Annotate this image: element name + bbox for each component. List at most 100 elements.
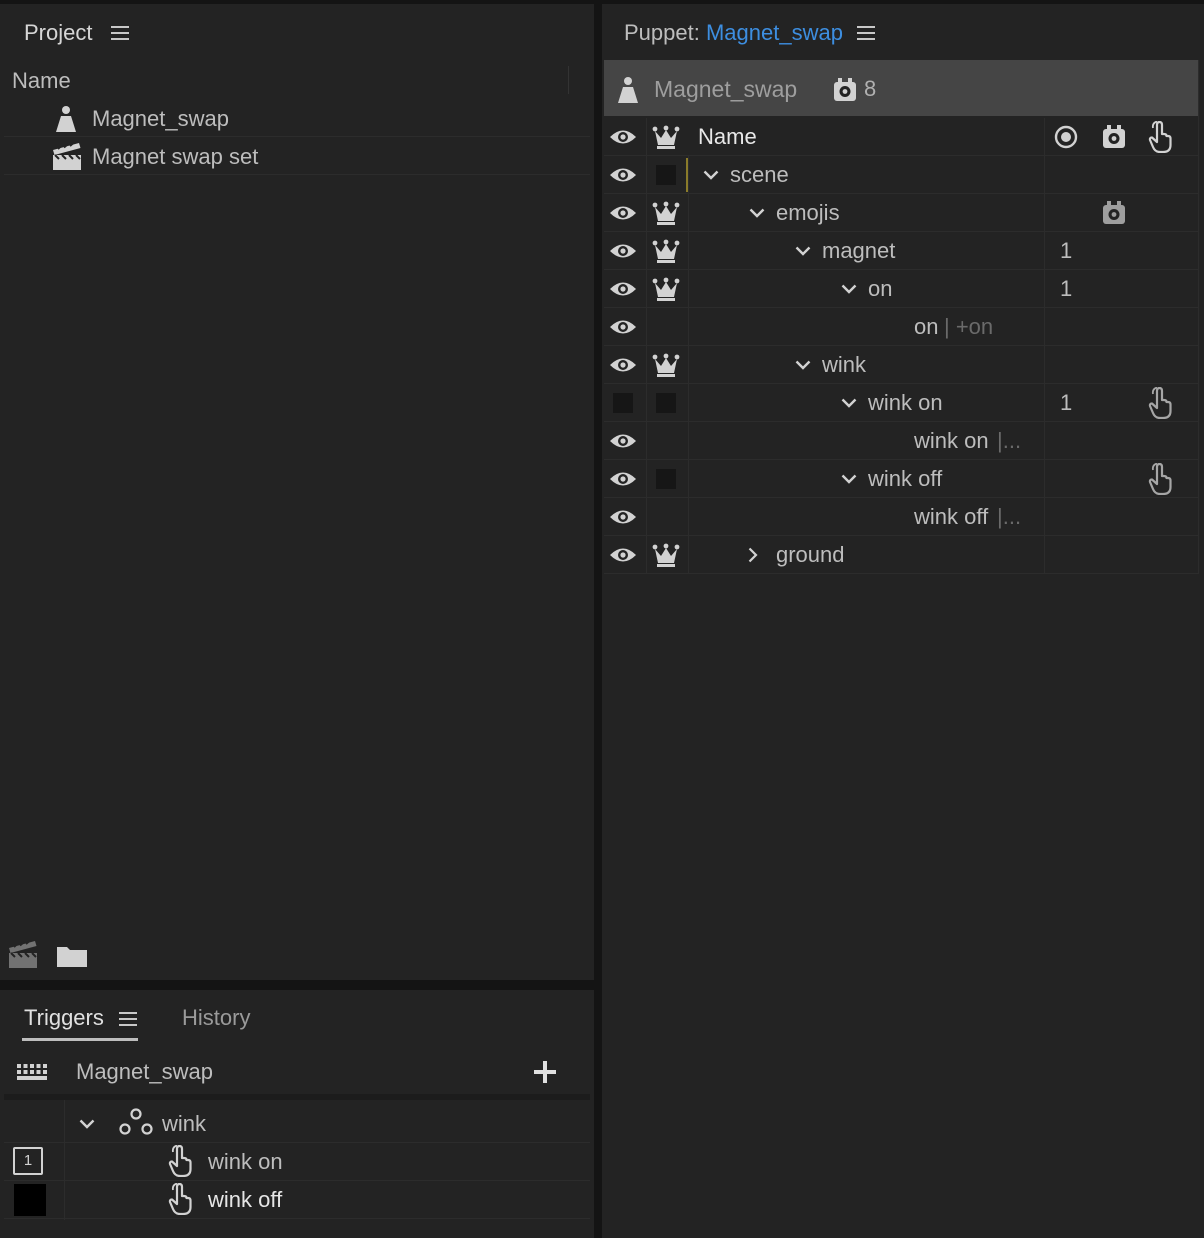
puppet-row-wink[interactable]: wink	[602, 346, 1198, 384]
puppet-row-ground[interactable]: ground	[602, 536, 1198, 574]
chevron-right-icon[interactable]	[748, 547, 758, 563]
trigger-key-box[interactable]: 1	[13, 1147, 43, 1175]
trigger-group-icon	[119, 1108, 153, 1135]
puppet-row-emojis[interactable]: emojis	[602, 194, 1198, 232]
row-label: wink off	[868, 466, 943, 491]
puppet-panel: Puppet: Magnet_swap Magnet_swap 8 Name s…	[602, 4, 1204, 1238]
row-label: wink on	[868, 390, 943, 415]
hand-icon	[168, 1183, 194, 1215]
puppet-row-wink-on[interactable]: wink on 1	[602, 384, 1198, 422]
hand-icon	[168, 1145, 194, 1177]
crown-icon[interactable]	[652, 277, 680, 301]
behavior-icon[interactable]	[1101, 200, 1127, 226]
puppet-row-wink-on-layer[interactable]: wink on |...	[602, 422, 1198, 460]
row-label: on	[868, 276, 893, 301]
new-folder-icon[interactable]	[56, 944, 88, 968]
trigger-column-icon	[1148, 121, 1174, 153]
hand-icon[interactable]	[1148, 387, 1174, 419]
selection-marker	[686, 158, 688, 192]
trigger-item-label[interactable]: wink on	[208, 1149, 283, 1175]
eye-icon[interactable]	[609, 431, 637, 451]
tab-active-underline	[22, 1038, 138, 1041]
crown-icon[interactable]	[652, 543, 680, 567]
project-list-item[interactable]: Magnet_swap	[0, 99, 594, 137]
eye-icon[interactable]	[609, 165, 637, 185]
crown-icon[interactable]	[652, 201, 680, 225]
behavior-column-icon	[1101, 124, 1127, 150]
row-label: magnet	[822, 238, 896, 263]
eye-icon[interactable]	[609, 279, 637, 299]
behavior-icon	[832, 77, 858, 103]
visibility-toggle-off[interactable]	[613, 393, 633, 413]
chevron-down-icon[interactable]	[841, 474, 857, 484]
eye-icon	[609, 127, 637, 147]
puppet-menu-icon[interactable]	[857, 26, 875, 40]
crown-icon	[652, 125, 680, 149]
hand-icon[interactable]	[1148, 463, 1174, 495]
puppet-column-header: Name	[602, 118, 1204, 156]
trigger-puppet-name: Magnet_swap	[76, 1059, 213, 1084]
puppet-icon	[618, 77, 638, 103]
keyboard-icon[interactable]	[17, 1063, 47, 1081]
crown-icon[interactable]	[652, 353, 680, 377]
triggers-panel: Triggers History Magnet_swap wink 1 wink…	[0, 990, 594, 1238]
puppet-row-wink-off-layer[interactable]: wink off |...	[602, 498, 1198, 536]
puppet-row-scene[interactable]: scene	[602, 156, 1198, 194]
trigger-item-label[interactable]: wink off	[208, 1187, 282, 1213]
eye-icon[interactable]	[609, 317, 637, 337]
triggers-divider	[4, 1094, 590, 1100]
project-item-label: Magnet_swap	[92, 106, 229, 131]
puppet-row-magnet[interactable]: magnet 1	[602, 232, 1198, 270]
puppet-header-bar: Magnet_swap 8	[604, 60, 1198, 116]
chevron-down-icon[interactable]	[703, 170, 719, 180]
record-icon	[1054, 125, 1078, 149]
row-label: ground	[776, 542, 845, 567]
row-label: emojis	[776, 200, 840, 225]
puppet-icon	[56, 106, 76, 132]
crown-icon[interactable]	[652, 239, 680, 263]
puppet-title-link[interactable]: Magnet_swap	[706, 20, 843, 45]
eye-icon[interactable]	[609, 241, 637, 261]
row-value: 1	[1060, 238, 1073, 263]
eye-icon[interactable]	[609, 355, 637, 375]
row-label: wink off	[914, 504, 989, 529]
project-menu-icon[interactable]	[111, 26, 129, 40]
project-item-label: Magnet swap set	[92, 144, 259, 169]
chevron-down-icon[interactable]	[795, 360, 811, 370]
puppet-row-on[interactable]: on 1	[602, 270, 1198, 308]
project-panel: Project Name Magnet_swap Magnet swap set	[0, 4, 594, 980]
row-value: 1	[1060, 390, 1073, 415]
project-panel-title[interactable]: Project	[24, 20, 92, 46]
tab-triggers[interactable]: Triggers	[24, 1005, 104, 1031]
new-scene-icon[interactable]	[8, 940, 38, 968]
chevron-down-icon[interactable]	[841, 398, 857, 408]
row-suffix: |...	[997, 428, 1022, 453]
chevron-down-icon[interactable]	[795, 246, 811, 256]
chevron-down-icon[interactable]	[841, 284, 857, 294]
eye-icon[interactable]	[609, 507, 637, 527]
origin-toggle-off[interactable]	[656, 165, 676, 185]
project-list-item[interactable]: Magnet swap set	[0, 137, 594, 175]
chevron-down-icon[interactable]	[749, 208, 765, 218]
origin-toggle-off[interactable]	[656, 393, 676, 413]
trigger-key-box-empty[interactable]	[14, 1184, 46, 1216]
row-suffix: |...	[997, 504, 1022, 529]
eye-icon[interactable]	[609, 545, 637, 565]
origin-toggle-off[interactable]	[656, 469, 676, 489]
clapper-icon	[52, 142, 82, 170]
triggers-menu-icon[interactable]	[119, 1012, 137, 1026]
add-trigger-icon[interactable]	[534, 1061, 556, 1083]
tab-history[interactable]: History	[182, 1005, 250, 1031]
eye-icon[interactable]	[609, 469, 637, 489]
puppet-row-wink-off[interactable]: wink off	[602, 460, 1198, 498]
row-suffix: | +on	[944, 314, 994, 339]
puppet-header-name: Magnet_swap	[654, 76, 798, 102]
row-label: wink	[822, 352, 867, 377]
project-name-column-header[interactable]: Name	[12, 68, 71, 94]
eye-icon[interactable]	[609, 203, 637, 223]
puppet-row-on-layer[interactable]: on | +on	[602, 308, 1198, 346]
row-label: scene	[730, 162, 789, 187]
chevron-down-icon[interactable]	[79, 1119, 95, 1129]
puppet-name-column-header[interactable]: Name	[698, 124, 757, 150]
trigger-group-label: wink	[162, 1111, 207, 1136]
